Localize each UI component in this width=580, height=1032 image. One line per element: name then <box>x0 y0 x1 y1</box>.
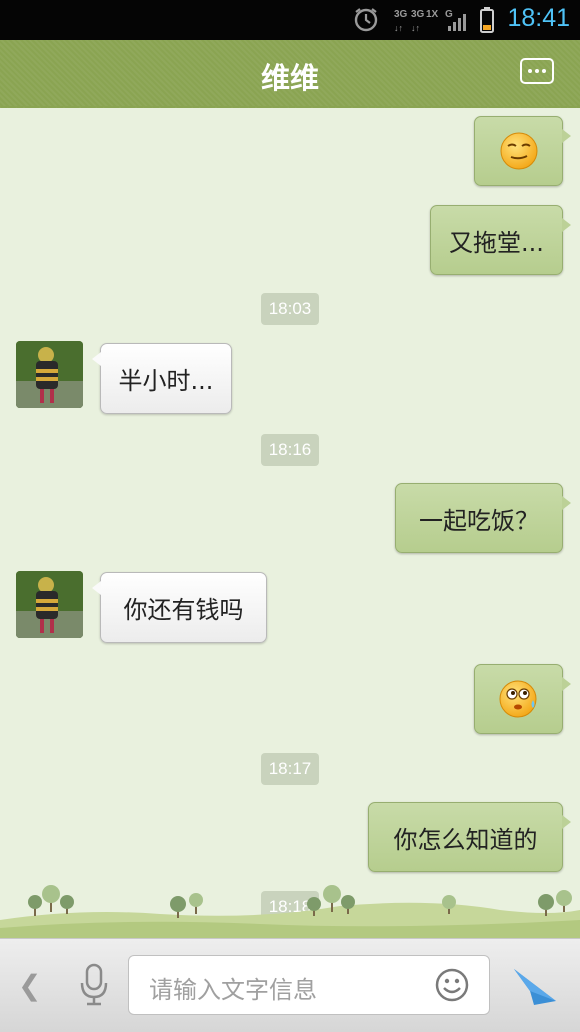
svg-text:↓↑: ↓↑ <box>394 23 403 33</box>
more-dots-icon[interactable] <box>520 58 554 84</box>
chat-area[interactable]: 又拖堂... 18:03 半小时... 18:16 一起吃饭？ 你还有钱吗 18… <box>0 108 580 938</box>
message-input[interactable]: 请输入文字信息 <box>128 955 490 1015</box>
status-time: 18:41 <box>507 4 570 32</box>
message-bubble-incoming[interactable]: 半小时... <box>92 343 232 414</box>
alarm-clock-icon <box>354 8 378 32</box>
network-label: 3G <box>394 9 408 20</box>
avatar-image <box>16 341 83 408</box>
avatar[interactable] <box>16 341 83 408</box>
microphone-icon[interactable] <box>78 963 110 1007</box>
network-labels: 3G 3G 1X G ↓↑ ↓↑ <box>394 9 453 33</box>
message-text: 一起吃饭？ <box>419 506 539 535</box>
smiley-icon[interactable] <box>435 968 469 1002</box>
message-text: 半小时... <box>118 367 214 395</box>
send-icon[interactable] <box>512 963 558 1007</box>
message-bubble-outgoing[interactable] <box>474 116 571 186</box>
network-label: 3G <box>411 9 425 20</box>
network-label: G <box>445 9 453 20</box>
timestamp: 18:16 <box>261 434 319 466</box>
chevron-left-icon[interactable]: ❮ <box>18 969 41 1002</box>
message-text: 又拖堂... <box>449 228 544 257</box>
network-label: 1X <box>426 9 439 20</box>
avatar-image <box>16 571 83 638</box>
message-text: 你怎么知道的 <box>393 825 538 854</box>
battery-icon <box>480 7 494 33</box>
svg-text:↓↑: ↓↑ <box>411 23 420 33</box>
title-bar: 维维 <box>0 40 580 114</box>
message-text: 你还有钱吗 <box>123 596 244 624</box>
message-bubble-outgoing[interactable]: 又拖堂... <box>430 205 571 275</box>
status-icons: 3G 3G 1X G ↓↑ ↓↑ <box>354 7 494 33</box>
timestamp: 18:03 <box>261 293 319 325</box>
sweating-emoji-icon <box>499 680 536 718</box>
smirk-emoji-icon <box>500 132 537 170</box>
status-bar: 3G 3G 1X G ↓↑ ↓↑ 18:41 <box>0 0 580 40</box>
avatar[interactable] <box>16 571 83 638</box>
timestamp: 18:17 <box>261 753 319 785</box>
message-bubble-outgoing[interactable]: 你怎么知道的 <box>368 802 571 872</box>
message-bubble-outgoing[interactable]: 一起吃饭？ <box>395 483 571 553</box>
message-bubble-outgoing[interactable] <box>474 664 571 734</box>
message-bubble-incoming[interactable]: 你还有钱吗 <box>92 572 267 643</box>
input-placeholder: 请输入文字信息 <box>149 976 317 1004</box>
chat-title: 维维 <box>260 61 319 95</box>
decorative-ground <box>0 885 580 938</box>
input-bar: ❮ 请输入文字信息 <box>0 938 580 1032</box>
